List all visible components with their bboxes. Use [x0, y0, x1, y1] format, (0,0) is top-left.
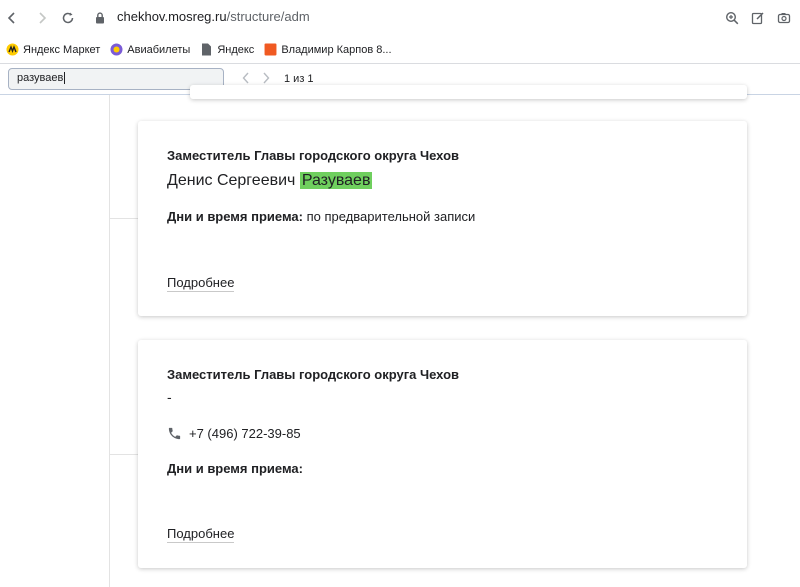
browser-toolbar: chekhov.mosreg.ru/structure/adm	[0, 0, 800, 36]
bookmark-yandex[interactable]: Яндекс	[200, 43, 254, 56]
tree-line	[109, 95, 110, 587]
official-card: Заместитель Главы городского округа Чехо…	[138, 121, 747, 316]
reception-hours: Дни и время приема: по предварительной з…	[167, 209, 475, 224]
url-path: /structure/adm	[226, 9, 310, 24]
orange-square-icon	[264, 43, 277, 56]
bookmarks-bar: Яндекс Маркет Авиабилеты Яндекс Владимир…	[0, 36, 800, 64]
yandex-market-icon	[6, 43, 19, 56]
reception-hours: Дни и время приема:	[167, 461, 303, 476]
phone-number: +7 (496) 722-39-85	[189, 426, 301, 441]
official-name: Денис Сергеевич Разуваев	[167, 172, 373, 190]
find-query: разуваев	[17, 72, 64, 84]
bookmark-label: Яндекс Маркет	[23, 43, 101, 56]
tree-branch	[109, 218, 139, 219]
find-highlight: Разуваев	[299, 172, 373, 189]
official-card: Заместитель Главы городского округа Чехо…	[138, 340, 747, 568]
edit-icon[interactable]	[748, 8, 768, 28]
previous-card-edge	[190, 85, 747, 99]
bookmark-label: Яндекс	[217, 43, 255, 56]
bookmark-aviabilety[interactable]: Авиабилеты	[110, 43, 190, 56]
page-content: Заместитель Главы городского округа Чехо…	[0, 85, 800, 587]
tree-branch	[109, 454, 139, 455]
screenshot-icon[interactable]	[774, 8, 794, 28]
address-bar[interactable]: chekhov.mosreg.ru/structure/adm	[117, 9, 310, 24]
details-link[interactable]: Подробнее	[167, 526, 235, 543]
aviabilety-icon	[110, 43, 123, 56]
document-icon	[202, 43, 212, 56]
details-link[interactable]: Подробнее	[167, 275, 235, 292]
bookmark-yandex-market[interactable]: Яндекс Маркет	[6, 43, 100, 56]
lock-icon[interactable]	[90, 8, 110, 28]
reload-icon[interactable]	[58, 8, 78, 28]
name-text: Денис Сергеевич	[167, 172, 300, 189]
text-cursor	[64, 72, 66, 84]
find-match-count: 1 из 1	[284, 73, 314, 85]
reception-label: Дни и время приема:	[167, 461, 303, 476]
bookmark-vladimir-karpov[interactable]: Владимир Карпов 8...	[264, 43, 392, 56]
bookmark-label: Владимир Карпов 8...	[281, 43, 392, 56]
phone-row[interactable]: +7 (496) 722-39-85	[167, 426, 301, 441]
reception-value: по предварительной записи	[302, 209, 476, 224]
position-title: Заместитель Главы городского округа Чехо…	[167, 367, 460, 382]
reception-label: Дни и время приема:	[167, 209, 303, 224]
back-icon[interactable]	[2, 8, 22, 28]
official-name: -	[167, 389, 172, 405]
phone-icon	[168, 427, 181, 440]
forward-icon[interactable]	[32, 8, 52, 28]
bookmark-label: Авиабилеты	[127, 43, 191, 56]
position-title: Заместитель Главы городского округа Чехо…	[167, 148, 460, 163]
zoom-icon[interactable]	[722, 8, 742, 28]
url-host: chekhov.mosreg.ru	[117, 9, 227, 24]
